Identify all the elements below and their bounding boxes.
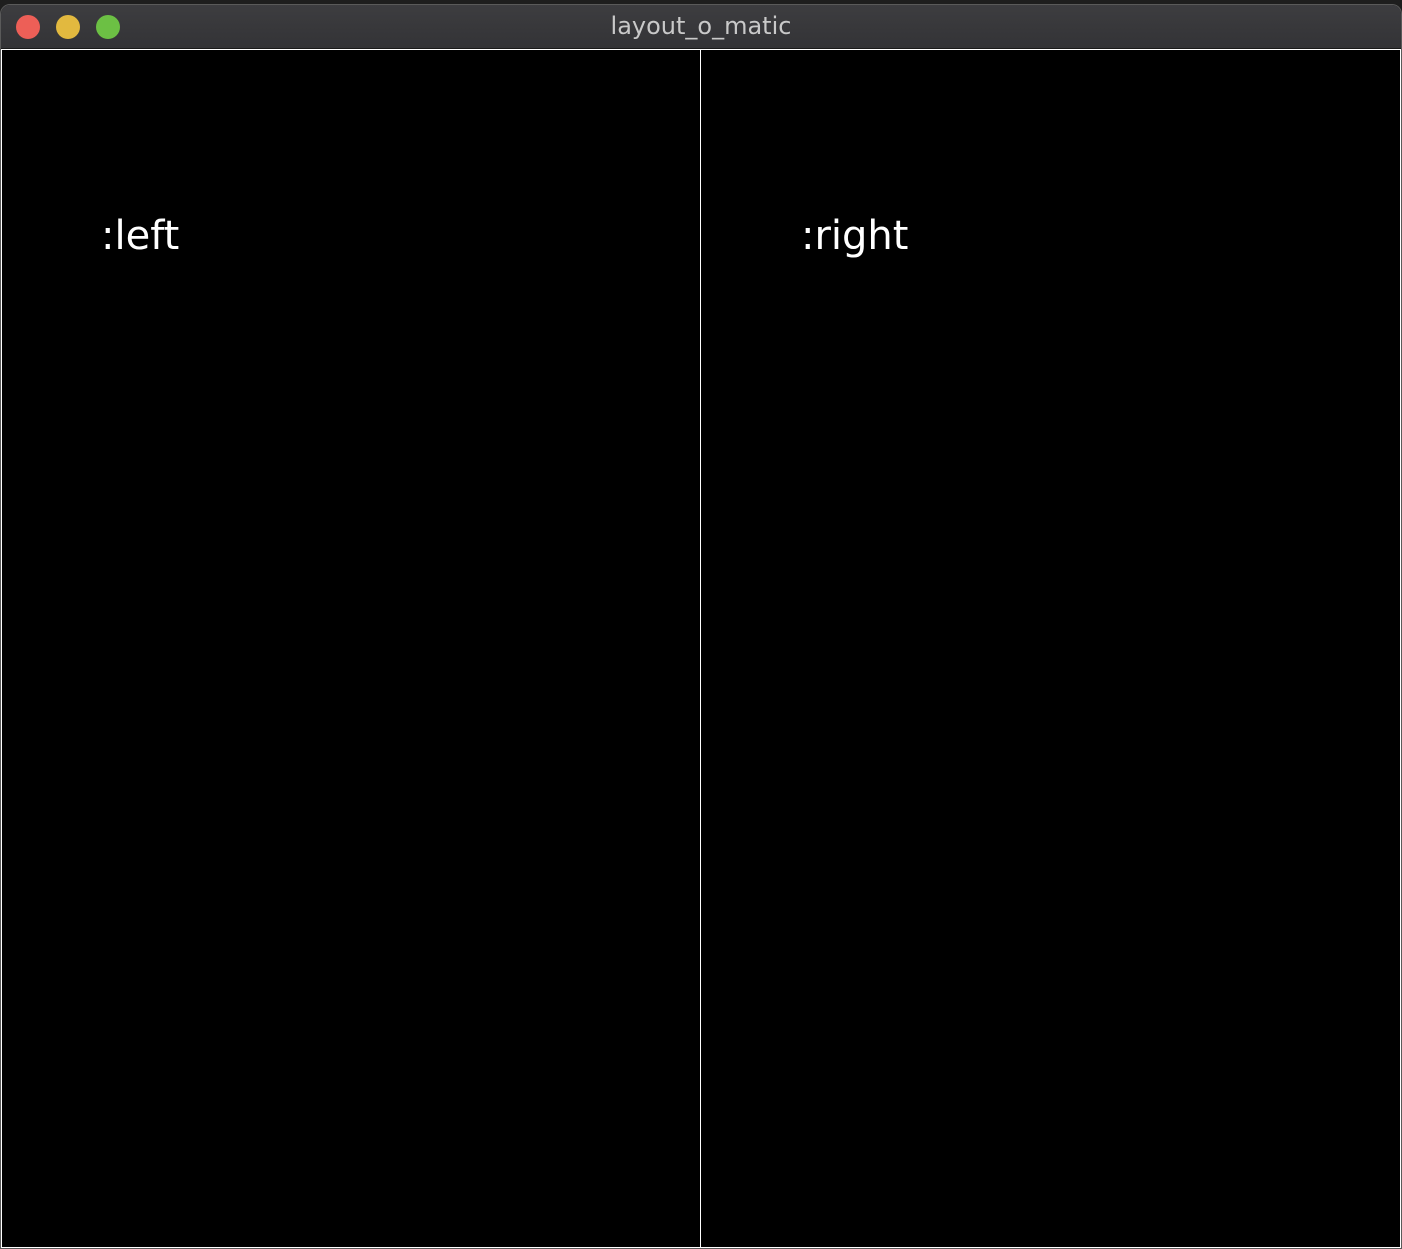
minimize-window-button[interactable] bbox=[56, 15, 80, 39]
left-pane-label: :left bbox=[101, 213, 180, 259]
window-title: layout_o_matic bbox=[610, 12, 792, 40]
app-window: layout_o_matic :left :right bbox=[0, 4, 1402, 1249]
right-pane-label: :right bbox=[801, 213, 909, 259]
title-bar[interactable]: layout_o_matic bbox=[1, 5, 1401, 49]
close-window-button[interactable] bbox=[16, 15, 40, 39]
right-pane: :right bbox=[700, 49, 1401, 1248]
zoom-window-button[interactable] bbox=[96, 15, 120, 39]
left-pane: :left bbox=[1, 49, 701, 1248]
